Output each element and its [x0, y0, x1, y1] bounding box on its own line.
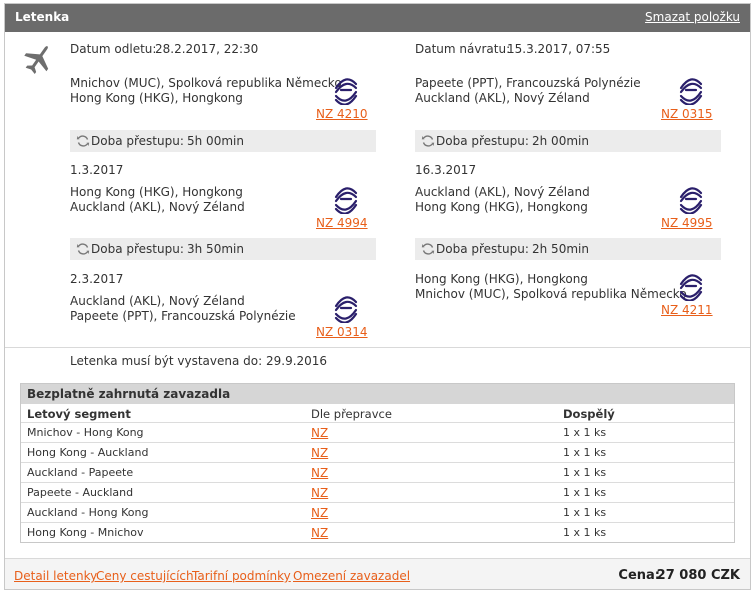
segment-origin: Papeete (PPT), Francouzská Polynézie [415, 76, 641, 90]
transfer-cycle-icon [421, 135, 435, 147]
baggage-allowance: 1 x 1 ks [563, 466, 607, 479]
carrier-link[interactable]: NZ [311, 426, 328, 440]
baggage-segment: Hong Kong - Auckland [27, 446, 149, 459]
segment-destination: Hong Kong (HKG), Hongkong [70, 91, 243, 105]
transfer-label: Doba přestupu: [91, 134, 184, 148]
segment-destination: Auckland (AKL), Nový Zéland [70, 200, 245, 214]
transfer-duration: 2h 50min [532, 242, 589, 256]
baggage-segment: Papeete - Auckland [27, 486, 134, 499]
air-new-zealand-logo-icon [679, 274, 703, 301]
baggage-segment: Mnichov - Hong Kong [27, 426, 144, 439]
flight-number-link[interactable]: NZ 4995 [661, 216, 713, 230]
carrier-link[interactable]: NZ [311, 466, 328, 480]
carrier-link[interactable]: NZ [311, 526, 328, 540]
flight-number-link[interactable]: NZ 4994 [316, 216, 368, 230]
air-new-zealand-logo-icon [334, 78, 358, 105]
transfer-label: Doba přestupu: [91, 242, 184, 256]
segment-date: 1.3.2017 [70, 163, 124, 177]
segment-destination: Mnichov (MUC), Spolková republika Německ… [415, 287, 687, 301]
segment-destination: Papeete (PPT), Francouzská Polynézie [70, 309, 296, 323]
card-footer: Detail letenky Ceny cestujících Tarifní … [5, 558, 750, 589]
transfer-cycle-icon [76, 135, 90, 147]
price-value: 27 080 CZK [656, 568, 740, 583]
column-header-carrier: Dle přepravce [311, 407, 392, 421]
baggage-allowance: 1 x 1 ks [563, 506, 607, 519]
segment-origin: Hong Kong (HKG), Hongkong [415, 272, 588, 286]
column-header-adult: Dospělý [563, 407, 615, 421]
segment-date: 16.3.2017 [415, 163, 477, 177]
carrier-link[interactable]: NZ [311, 446, 328, 460]
table-row: Hong Kong - Auckland NZ 1 x 1 ks [21, 442, 734, 462]
baggage-segment: Auckland - Papeete [27, 466, 134, 479]
transfer-time-bar: Doba přestupu: 2h 50min [415, 238, 721, 260]
table-row: Hong Kong - Mnichov NZ 1 x 1 ks [21, 522, 734, 542]
segment-date: 2.3.2017 [70, 272, 124, 286]
transfer-time-bar: Doba přestupu: 5h 00min [70, 130, 376, 152]
transfer-cycle-icon [76, 243, 90, 255]
table-row: Mnichov - Hong Kong NZ 1 x 1 ks [21, 422, 734, 442]
transfer-duration: 3h 50min [187, 242, 244, 256]
airplane-icon [24, 45, 49, 75]
baggage-segment: Auckland - Hong Kong [27, 506, 149, 519]
segment-destination: Hong Kong (HKG), Hongkong [415, 200, 588, 214]
segment-origin: Auckland (AKL), Nový Zéland [415, 185, 590, 199]
table-row: Auckland - Hong Kong NZ 1 x 1 ks [21, 502, 734, 522]
departure-date-label: Datum odletu: [70, 42, 157, 56]
ticket-detail-link[interactable]: Detail letenky [14, 569, 97, 583]
baggage-allowance: 1 x 1 ks [563, 526, 607, 539]
baggage-segment: Hong Kong - Mnichov [27, 526, 144, 539]
flight-number-link[interactable]: NZ 4210 [316, 107, 368, 121]
price-label: Cena: [618, 568, 660, 583]
segment-origin: Mnichov (MUC), Spolková republika Německ… [70, 76, 342, 90]
carrier-link[interactable]: NZ [311, 506, 328, 520]
baggage-table-title: Bezplatně zahrnutá zavazadla [21, 384, 734, 404]
transfer-time-bar: Doba přestupu: 3h 50min [70, 238, 376, 260]
baggage-restrictions-link[interactable]: Omezení zavazadel [293, 569, 410, 583]
air-new-zealand-logo-icon [679, 187, 703, 214]
carrier-link[interactable]: NZ [311, 486, 328, 500]
transfer-label: Doba přestupu: [436, 242, 529, 256]
ticket-issue-deadline: Letenka musí být vystavena do: 29.9.2016 [70, 354, 328, 368]
column-header-segment: Letový segment [27, 407, 131, 421]
passenger-prices-link[interactable]: Ceny cestujících [96, 569, 194, 583]
air-new-zealand-logo-icon [334, 187, 358, 214]
transfer-duration: 5h 00min [187, 134, 244, 148]
return-date-label: Datum návratu: [415, 42, 511, 56]
baggage-table-header: Letový segment Dle přepravce Dospělý [21, 404, 734, 422]
baggage-allowance: 1 x 1 ks [563, 426, 607, 439]
transfer-label: Doba přestupu: [436, 134, 529, 148]
departure-date-value: 28.2.2017, 22:30 [155, 42, 259, 56]
segment-destination: Auckland (AKL), Nový Zéland [415, 91, 590, 105]
fare-conditions-link[interactable]: Tarifní podmínky [192, 569, 291, 583]
delete-item-link[interactable]: Smazat položku [645, 10, 740, 24]
table-row: Papeete - Auckland NZ 1 x 1 ks [21, 482, 734, 502]
air-new-zealand-logo-icon [679, 78, 703, 105]
transfer-duration: 2h 00min [532, 134, 589, 148]
card-header: Letenka Smazat položku [5, 4, 750, 32]
baggage-allowance: 1 x 1 ks [563, 446, 607, 459]
segment-origin: Auckland (AKL), Nový Zéland [70, 294, 245, 308]
baggage-allowance: 1 x 1 ks [563, 486, 607, 499]
flight-number-link[interactable]: NZ 0315 [661, 107, 713, 121]
transfer-time-bar: Doba přestupu: 2h 00min [415, 130, 721, 152]
card-title: Letenka [15, 10, 70, 24]
transfer-cycle-icon [421, 243, 435, 255]
baggage-table: Bezplatně zahrnutá zavazadla Letový segm… [20, 383, 735, 543]
table-row: Auckland - Papeete NZ 1 x 1 ks [21, 462, 734, 482]
segment-origin: Hong Kong (HKG), Hongkong [70, 185, 243, 199]
flight-number-link[interactable]: NZ 4211 [661, 303, 713, 317]
return-date-value: 15.3.2017, 07:55 [507, 42, 611, 56]
flight-number-link[interactable]: NZ 0314 [316, 325, 368, 339]
air-new-zealand-logo-icon [334, 296, 358, 323]
section-divider [5, 347, 750, 348]
flight-ticket-card: Letenka Smazat položku Datum odletu: 28.… [4, 3, 751, 590]
